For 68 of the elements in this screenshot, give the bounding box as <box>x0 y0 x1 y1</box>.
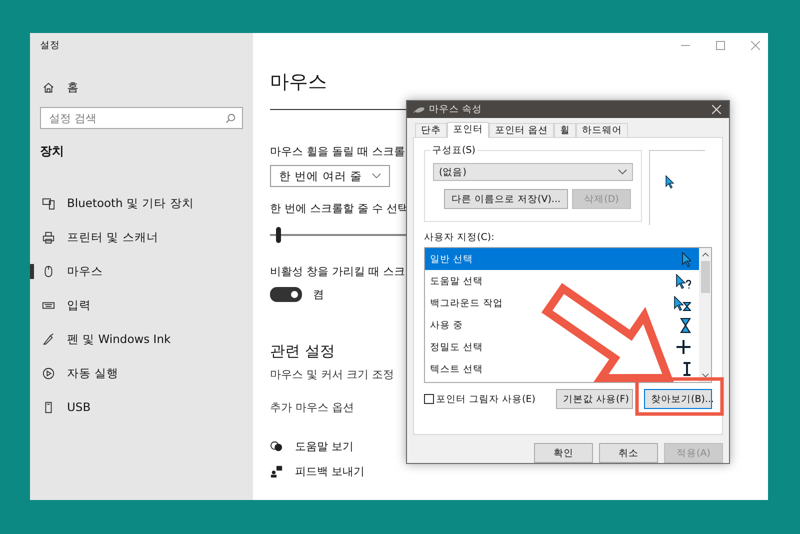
crosshair-icon <box>676 340 691 354</box>
scrollbar[interactable] <box>699 248 711 382</box>
arrow-hourglass-cursor-icon <box>674 296 691 310</box>
cursor-list-item[interactable]: 일반 선택 <box>425 248 699 270</box>
help-bubble-icon <box>270 440 283 452</box>
save-as-button[interactable]: 다른 이름으로 저장(V)... <box>444 189 568 209</box>
pen-icon <box>42 332 55 346</box>
default-button[interactable]: 기본값 사용(F) <box>556 389 633 409</box>
arrow-cursor-icon <box>665 175 674 189</box>
dialog-tab[interactable]: 휠 <box>554 123 576 137</box>
chevron-icon <box>372 173 381 179</box>
arrow-question-cursor-icon <box>676 274 691 288</box>
hourglass-icon <box>680 318 691 332</box>
scroll-down-icon[interactable] <box>702 373 708 378</box>
checkbox-label[interactable]: 포인터 그림자 사용(E) <box>436 392 536 406</box>
text-beam-icon <box>683 362 691 376</box>
mouse-icon <box>42 264 55 278</box>
search-field[interactable]: 설정 검색 <box>40 107 243 129</box>
list-label: 사용자 지정(C): <box>424 231 496 244</box>
group-label: 구성표(S) <box>430 144 478 157</box>
dialog-tab[interactable]: 단추 <box>415 123 447 137</box>
search-icon <box>225 113 236 124</box>
devices-icon <box>42 196 55 210</box>
cursor-list-item[interactable]: 사용 중 <box>425 314 699 336</box>
dialog-tab[interactable]: 포인터 옵션 <box>489 123 554 137</box>
scroll-up-icon[interactable] <box>702 252 708 257</box>
window-title: 설정 <box>40 39 61 52</box>
sidebar-item[interactable]: 마우스 <box>67 264 103 278</box>
arrow-cursor-icon <box>682 252 691 266</box>
home-link[interactable]: 홈 <box>67 80 79 95</box>
checkbox[interactable] <box>424 394 434 404</box>
cursor-list-item[interactable]: 백그라운드 작업 <box>425 292 699 314</box>
sidebar-item[interactable]: 입력 <box>67 298 91 312</box>
sidebar-item[interactable]: 펜 및 Windows Ink <box>67 332 171 346</box>
cursor-list-item[interactable]: 정밀도 선택 <box>425 336 699 358</box>
related-link[interactable]: 마우스 및 커서 크기 조정 <box>270 366 394 382</box>
slider-thumb[interactable] <box>276 227 282 243</box>
maximize-icon[interactable] <box>716 41 725 50</box>
help-link[interactable]: 피드백 보내기 <box>295 464 364 478</box>
scroll-dropdown[interactable]: 한 번에 여러 줄 <box>270 165 390 187</box>
dialog-tab[interactable]: 포인터 <box>447 122 489 138</box>
dialog-title: 마우스 속성 <box>429 103 484 116</box>
dialog-button[interactable]: 취소 <box>599 443 658 463</box>
dialog-tab[interactable]: 하드웨어 <box>576 123 628 137</box>
sidebar-item[interactable]: Bluetooth 및 기타 장치 <box>67 196 194 210</box>
printer-icon <box>42 230 55 244</box>
mouse-icon <box>413 106 425 114</box>
sidebar-item[interactable]: USB <box>67 400 91 414</box>
feedback-person-icon <box>270 464 283 478</box>
related-link[interactable]: 추가 마우스 옵션 <box>270 400 354 414</box>
toggle-switch[interactable] <box>270 286 302 302</box>
help-link[interactable]: 도움말 보기 <box>295 438 354 454</box>
scrollbar-thumb[interactable] <box>700 261 710 293</box>
setting-label: 마우스 휠을 돌릴 때 스크롤 <box>270 144 405 159</box>
scheme-dropdown[interactable]: (없음) <box>433 163 633 181</box>
cursor-list-item[interactable]: 도움말 선택 <box>425 270 699 292</box>
sidebar-item[interactable]: 프린터 및 스캐너 <box>67 230 158 244</box>
chevron-icon <box>618 169 627 175</box>
play-circle-icon <box>42 366 55 380</box>
dialog-button[interactable]: 확인 <box>534 443 593 463</box>
page-title: 마우스 <box>270 70 328 95</box>
cursor-list-item[interactable]: 텍스트 선택 <box>425 358 699 380</box>
sidebar-item[interactable]: 자동 실행 <box>67 366 119 380</box>
section-heading: 관련 설정 <box>270 342 335 360</box>
toggle-label: 켬 <box>313 286 324 302</box>
section-heading: 장치 <box>40 143 65 160</box>
setting-label: 비활성 창을 가리킬 때 스크 <box>270 264 405 278</box>
home-icon <box>42 81 55 94</box>
